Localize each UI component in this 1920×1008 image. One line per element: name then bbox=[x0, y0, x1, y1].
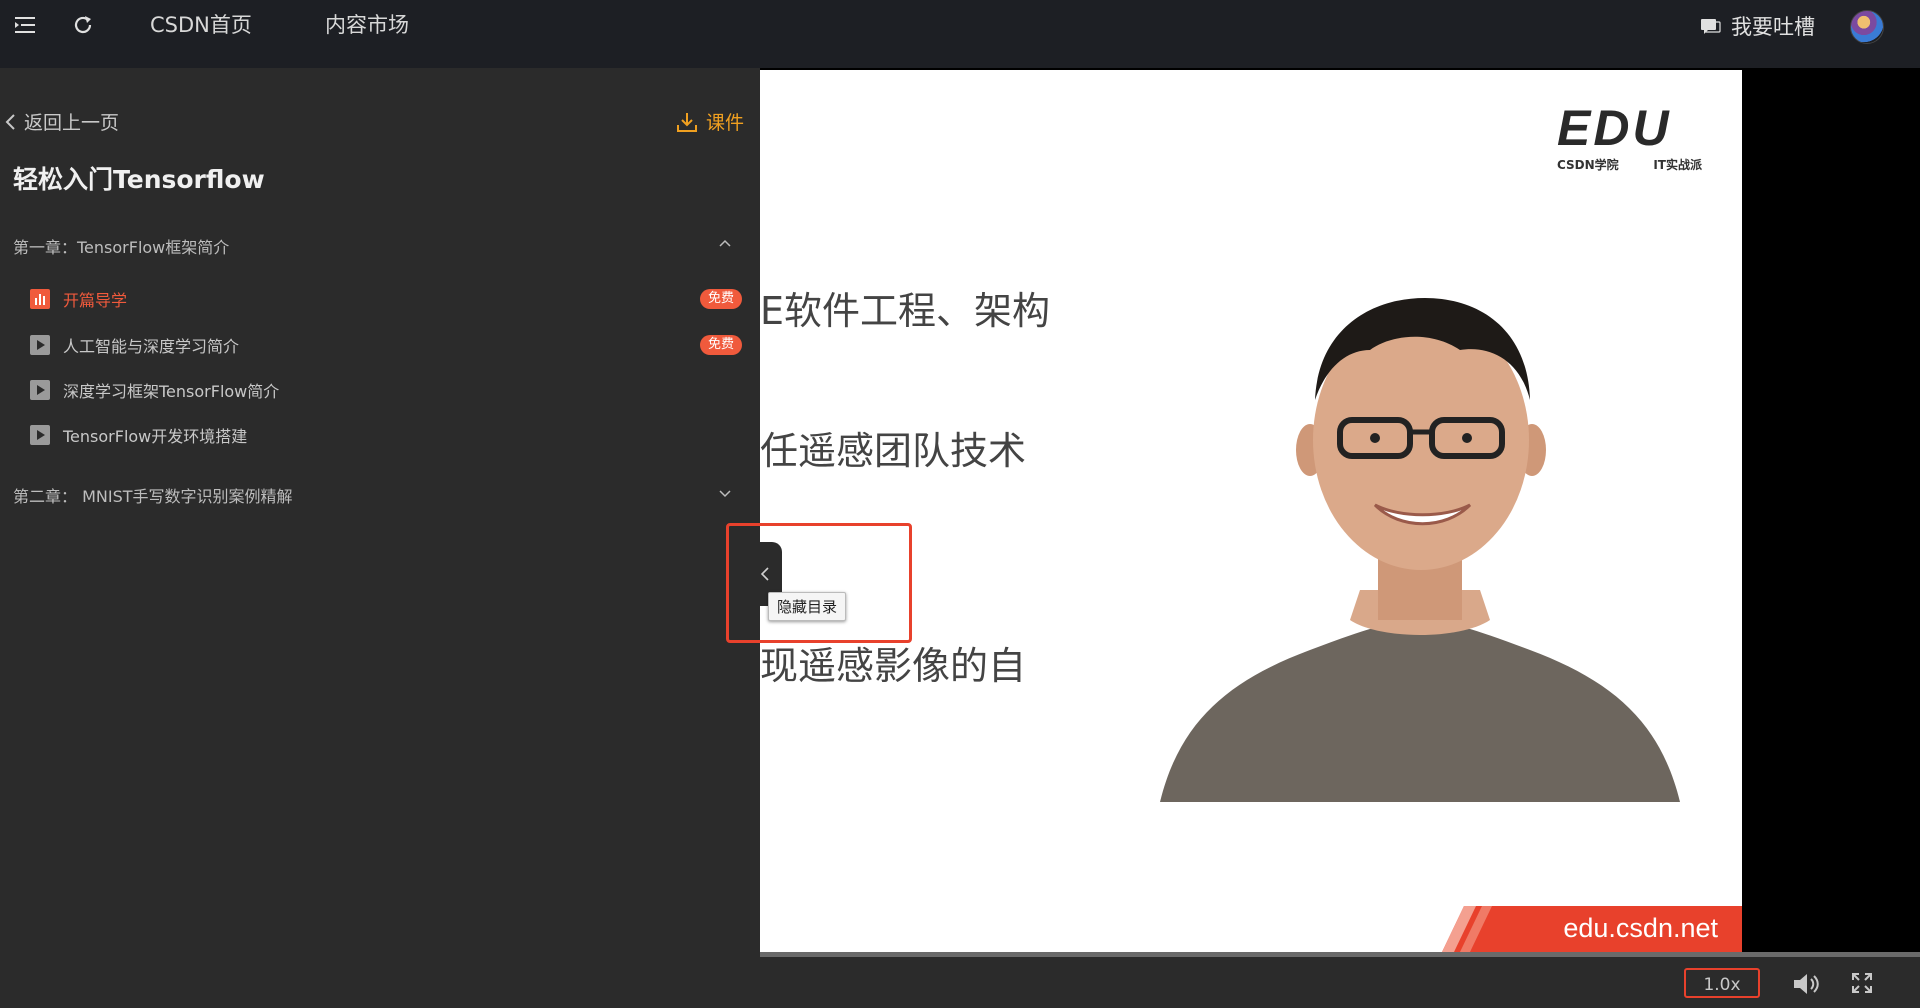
free-badge: 免费 bbox=[699, 289, 742, 309]
nav-csdn-home[interactable]: CSDN首页 bbox=[150, 10, 252, 40]
nav-content-market[interactable]: 内容市场 bbox=[325, 10, 409, 40]
fullscreen-icon[interactable] bbox=[1851, 972, 1873, 994]
bar-chart-icon bbox=[30, 289, 50, 309]
chevron-left-icon bbox=[5, 113, 15, 130]
volume-icon[interactable] bbox=[1792, 972, 1820, 996]
lesson-title: 深度学习框架TensorFlow简介 bbox=[63, 382, 280, 401]
top-bar: CSDN首页 内容市场 我要吐槽 bbox=[0, 0, 1920, 68]
slide-text-line: 任遥感团队技术 bbox=[760, 429, 1027, 473]
slide-text-line: 现遥感影像的自 bbox=[760, 644, 1027, 688]
play-icon bbox=[30, 425, 50, 445]
video-controls: 1.0x bbox=[760, 952, 1920, 1008]
free-badge: 免费 bbox=[699, 335, 742, 355]
chat-icon bbox=[1701, 19, 1721, 34]
slide-text-line: E软件工程、架构 bbox=[760, 289, 1051, 333]
course-sidebar: 返回上一页 课件 轻松入门Tensorflow 第一章：TensorFlow框架… bbox=[0, 68, 760, 1008]
lesson-item[interactable]: 开篇导学 免费 bbox=[30, 284, 742, 314]
site-url: edu.csdn.net bbox=[1563, 913, 1718, 943]
chapter-title: 第一章：TensorFlow框架简介 bbox=[13, 238, 230, 257]
play-icon bbox=[30, 335, 50, 355]
playback-speed-button[interactable]: 1.0x bbox=[1684, 968, 1760, 998]
site-banner: edu.csdn.net bbox=[1442, 906, 1742, 952]
download-courseware-button[interactable]: 课件 bbox=[676, 108, 744, 135]
refresh-icon[interactable] bbox=[70, 12, 96, 38]
progress-bar[interactable] bbox=[760, 952, 1920, 957]
lesson-title: TensorFlow开发环境搭建 bbox=[63, 427, 248, 446]
lesson-item[interactable]: TensorFlow开发环境搭建 bbox=[30, 420, 742, 450]
course-title: 轻松入门Tensorflow bbox=[13, 165, 265, 194]
lesson-title: 开篇导学 bbox=[63, 291, 128, 310]
chapter-title: 第二章： MNIST手写数字识别案例精解 bbox=[13, 487, 293, 506]
edu-logo-left: CSDN学院 bbox=[1557, 158, 1619, 172]
highlight-annotation bbox=[726, 523, 912, 643]
menu-icon[interactable] bbox=[12, 12, 38, 38]
lesson-item[interactable]: 深度学习框架TensorFlow简介 bbox=[30, 375, 742, 405]
presenter-image bbox=[1160, 298, 1680, 802]
chevron-down-icon bbox=[719, 490, 731, 498]
edu-logo-right: IT实战派 bbox=[1653, 158, 1702, 172]
edu-logo: EDU CSDN学院 IT实战派 bbox=[1557, 102, 1702, 173]
edu-logo-text: EDU bbox=[1557, 100, 1672, 156]
play-icon bbox=[30, 380, 50, 400]
back-label: 返回上一页 bbox=[24, 112, 120, 134]
video-frame: EDU CSDN学院 IT实战派 E软件工程、架构 任遥感团队技术 现遥感影像的… bbox=[760, 70, 1742, 952]
lesson-title: 人工智能与深度学习简介 bbox=[63, 337, 240, 356]
back-link[interactable]: 返回上一页 bbox=[4, 108, 119, 135]
chapter-1-header[interactable]: 第一章：TensorFlow框架简介 bbox=[13, 234, 733, 258]
feedback-button[interactable]: 我要吐槽 bbox=[1699, 10, 1815, 42]
download-label: 课件 bbox=[706, 112, 745, 134]
download-icon bbox=[677, 112, 697, 132]
chapter-2-header[interactable]: 第二章： MNIST手写数字识别案例精解 bbox=[13, 483, 733, 507]
chevron-up-icon bbox=[719, 239, 731, 247]
video-player[interactable]: EDU CSDN学院 IT实战派 E软件工程、架构 任遥感团队技术 现遥感影像的… bbox=[760, 68, 1920, 952]
feedback-label: 我要吐槽 bbox=[1731, 15, 1815, 39]
lesson-item[interactable]: 人工智能与深度学习简介 免费 bbox=[30, 330, 742, 360]
avatar[interactable] bbox=[1850, 10, 1884, 44]
